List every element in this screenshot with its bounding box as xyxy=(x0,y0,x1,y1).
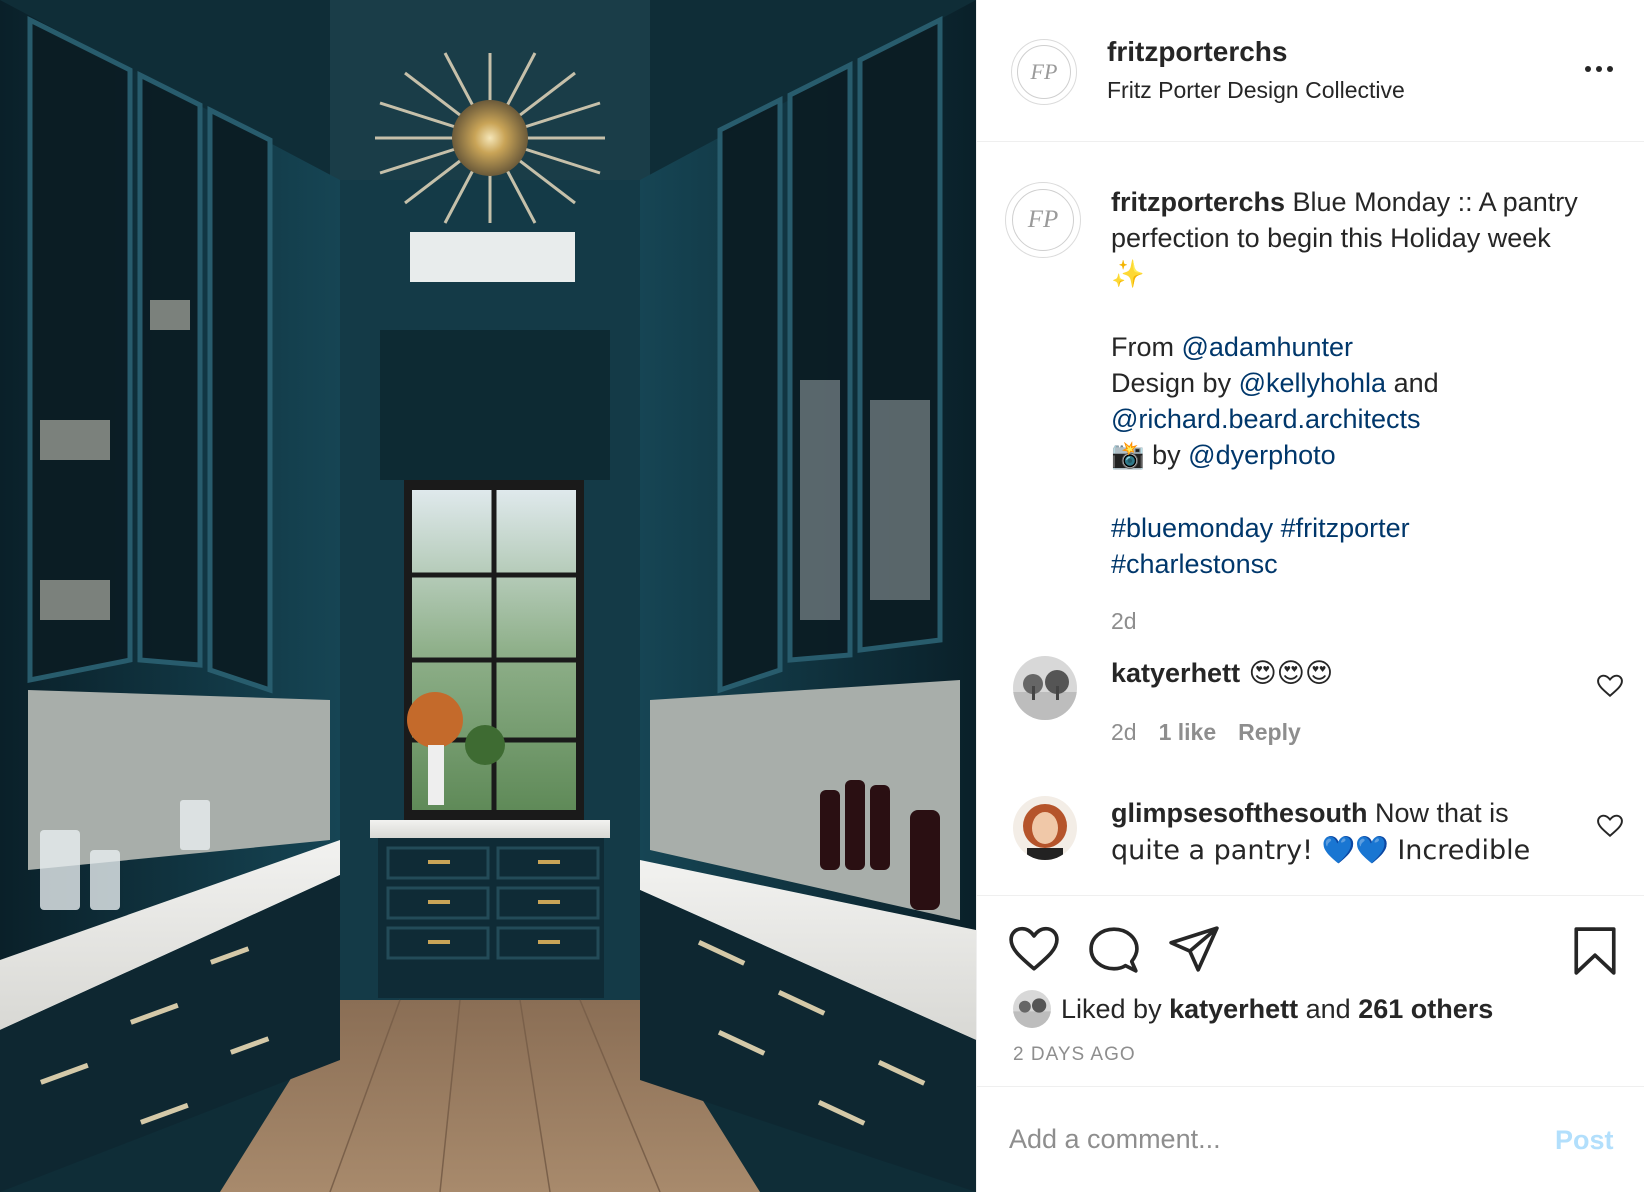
by-label: by xyxy=(1144,440,1189,470)
comment-icon[interactable] xyxy=(1089,926,1139,974)
design-label: Design by xyxy=(1111,368,1239,398)
comments-scroll-area[interactable]: FP fritzporterchs Blue Monday :: A pantr… xyxy=(977,142,1644,895)
heart-icon[interactable] xyxy=(1009,926,1059,972)
sparkles-emoji: ✨ xyxy=(1111,259,1145,290)
caption-username[interactable]: fritzporterchs xyxy=(1111,187,1285,217)
likes-text: Liked by katyerhett and 261 others xyxy=(1061,994,1493,1025)
from-label: From xyxy=(1111,332,1182,362)
header-subtitle[interactable]: Fritz Porter Design Collective xyxy=(1107,77,1405,104)
and-label: and xyxy=(1386,368,1439,398)
comment-text: glimpsesofthesouth Now that is xyxy=(1111,798,1509,829)
liker-avatar[interactable] xyxy=(1013,990,1051,1028)
heart-icon[interactable] xyxy=(1597,674,1623,698)
commenter-avatar[interactable] xyxy=(1013,656,1077,720)
comment-username[interactable]: katyerhett xyxy=(1111,658,1240,688)
comment-input[interactable] xyxy=(1009,1117,1509,1161)
comment-time[interactable]: 2d xyxy=(1111,719,1137,746)
more-options-icon[interactable] xyxy=(1581,54,1617,84)
bookmark-icon[interactable] xyxy=(1573,926,1617,976)
comment-username[interactable]: glimpsesofthesouth xyxy=(1111,798,1368,828)
post-side-panel: FP fritzporterchs Fritz Porter Design Co… xyxy=(976,0,1644,1192)
likes-middle: and xyxy=(1298,993,1359,1024)
reply-button[interactable]: Reply xyxy=(1238,719,1301,746)
mention-link[interactable]: @dyerphoto xyxy=(1188,440,1336,470)
add-comment-bar: Post xyxy=(977,1086,1644,1192)
liker-username[interactable]: katyerhett xyxy=(1169,994,1298,1024)
header-username[interactable]: fritzporterchs xyxy=(1107,36,1287,68)
profile-avatar[interactable]: FP xyxy=(1011,39,1077,105)
post-header: FP fritzporterchs Fritz Porter Design Co… xyxy=(977,0,1644,142)
heart-icon[interactable] xyxy=(1597,814,1623,838)
likes-summary: Liked by katyerhett and 261 others xyxy=(1013,990,1493,1028)
comment-text: katyerhett 😍😍😍 xyxy=(1111,658,1333,689)
likes-others-link[interactable]: 261 others xyxy=(1358,994,1493,1024)
comment-meta: 2d 1 like Reply xyxy=(1111,719,1301,746)
logo-monogram: FP xyxy=(1017,45,1071,99)
comment-text-line2: quite a pantry! 💙💙 Incredible xyxy=(1111,835,1531,866)
avatar-image xyxy=(1013,990,1051,1028)
likes-prefix: Liked by xyxy=(1061,993,1170,1024)
pantry-photo-illustration xyxy=(0,0,976,1192)
comment-body: 😍😍😍 xyxy=(1240,658,1334,689)
mention-link[interactable]: @adamhunter xyxy=(1182,332,1354,362)
paper-plane-icon[interactable] xyxy=(1169,926,1219,972)
camera-emoji: 📸 xyxy=(1111,440,1145,471)
post-button[interactable]: Post xyxy=(1555,1125,1614,1156)
comment-likes[interactable]: 1 like xyxy=(1159,719,1217,746)
mention-link[interactable]: @kellyhohla xyxy=(1239,368,1387,398)
logo-monogram: FP xyxy=(1012,189,1074,251)
post-date[interactable]: 2 DAYS AGO xyxy=(1013,1044,1136,1066)
caption-text: fritzporterchs Blue Monday :: A pantry p… xyxy=(1111,184,1621,582)
caption-time[interactable]: 2d xyxy=(1111,608,1137,635)
post-photo[interactable] xyxy=(0,0,976,1192)
comment-body: Now that is xyxy=(1367,798,1509,828)
avatar-image xyxy=(1013,656,1077,720)
mention-link[interactable]: @richard.beard.architects xyxy=(1111,404,1421,434)
commenter-avatar[interactable] xyxy=(1013,796,1077,860)
avatar-image xyxy=(1013,796,1077,860)
hashtag-link[interactable]: #charlestonsc xyxy=(1111,549,1278,579)
caption-avatar[interactable]: FP xyxy=(1005,182,1081,258)
hashtag-links[interactable]: #bluemonday #fritzporter xyxy=(1111,513,1410,543)
